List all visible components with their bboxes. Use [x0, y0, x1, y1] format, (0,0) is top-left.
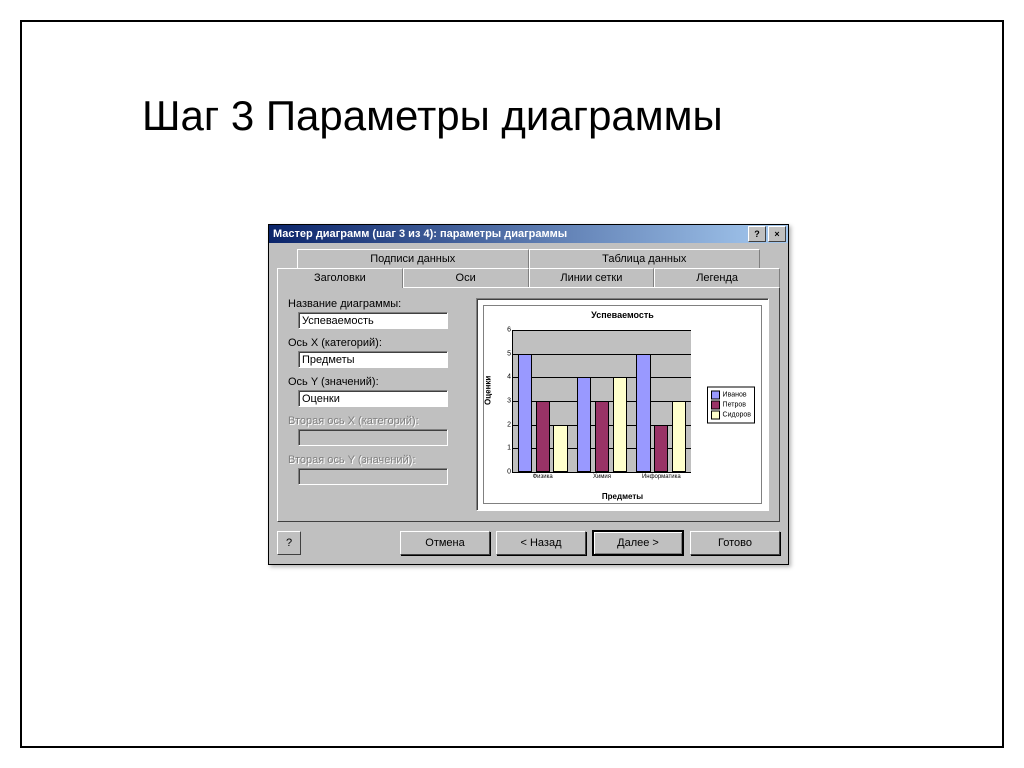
tab-row-front: Заголовки Оси Линии сетки Легенда	[277, 268, 780, 287]
chart-wizard-dialog: Мастер диаграмм (шаг 3 из 4): параметры …	[268, 224, 789, 565]
chart-preview: Успеваемость Оценки 0123456ФизикаХимияИн…	[476, 298, 769, 511]
y-tick: 3	[501, 398, 511, 405]
bar	[595, 401, 609, 472]
bar-group: Информатика	[635, 330, 688, 472]
tab-panel: Название диаграммы: Ось X (категорий): О…	[277, 287, 780, 522]
bar-group: Физика	[516, 330, 569, 472]
back-button[interactable]: < Назад	[496, 531, 586, 555]
y-axis-label: Ось Y (значений):	[288, 376, 468, 388]
y-axis-input[interactable]	[298, 390, 448, 407]
tab-row-back: Подписи данных Таблица данных	[297, 249, 760, 268]
y-tick: 6	[501, 327, 511, 334]
x-axis-label: Ось X (категорий):	[288, 337, 468, 349]
bar	[636, 354, 650, 472]
button-row: ? Отмена < Назад Далее > Готово	[269, 522, 788, 564]
dialog-title: Мастер диаграмм (шаг 3 из 4): параметры …	[273, 228, 567, 240]
titlebar-close-button[interactable]: ×	[768, 226, 786, 242]
tab-axes[interactable]: Оси	[403, 268, 529, 287]
y2-axis-input	[298, 468, 448, 485]
x-tick: Информатика	[635, 472, 688, 480]
x-tick: Химия	[575, 472, 628, 480]
legend-swatch	[711, 390, 720, 399]
cancel-button[interactable]: Отмена	[400, 531, 490, 555]
tab-gridlines[interactable]: Линии сетки	[529, 268, 655, 287]
titlebar: Мастер диаграмм (шаг 3 из 4): параметры …	[269, 225, 788, 243]
legend-item: Иванов	[711, 390, 751, 399]
chart-title: Успеваемость	[484, 306, 761, 322]
legend-label: Петров	[723, 401, 746, 408]
x2-axis-label: Вторая ось X (категорий):	[288, 415, 468, 427]
x-tick: Физика	[516, 472, 569, 480]
y-tick: 0	[501, 469, 511, 476]
slide-frame: Шаг 3 Параметры диаграммы Мастер диаграм…	[20, 20, 1004, 748]
tab-data-table[interactable]: Таблица данных	[529, 249, 761, 268]
slide-title: Шаг 3 Параметры диаграммы	[142, 92, 723, 140]
legend-label: Сидоров	[723, 411, 751, 418]
y-tick: 2	[501, 421, 511, 428]
chart-title-label: Название диаграммы:	[288, 298, 468, 310]
next-button[interactable]: Далее >	[592, 530, 684, 556]
finish-button[interactable]: Готово	[690, 531, 780, 555]
tab-data-labels[interactable]: Подписи данных	[297, 249, 529, 268]
form-column: Название диаграммы: Ось X (категорий): О…	[288, 298, 468, 511]
y-tick: 4	[501, 374, 511, 381]
x-axis-input[interactable]	[298, 351, 448, 368]
tab-titles[interactable]: Заголовки	[277, 268, 403, 288]
bar-group: Химия	[575, 330, 628, 472]
chart-ylabel: Оценки	[484, 375, 493, 404]
chart-title-input[interactable]	[298, 312, 448, 329]
bar	[613, 377, 627, 472]
bar	[518, 354, 532, 472]
chart-xlabel: Предметы	[484, 492, 761, 501]
x2-axis-input	[298, 429, 448, 446]
bar	[553, 425, 567, 472]
legend-swatch	[711, 400, 720, 409]
tab-legend[interactable]: Легенда	[654, 268, 780, 287]
y2-axis-label: Вторая ось Y (значений):	[288, 454, 468, 466]
legend-swatch	[711, 410, 720, 419]
y-tick: 1	[501, 445, 511, 452]
legend-item: Петров	[711, 400, 751, 409]
legend-label: Иванов	[723, 391, 747, 398]
y-tick: 5	[501, 350, 511, 357]
chart-box: Успеваемость Оценки 0123456ФизикаХимияИн…	[483, 305, 762, 504]
help-icon: ?	[286, 537, 292, 549]
bar	[536, 401, 550, 472]
chart-legend: Иванов Петров Сидоров	[707, 386, 755, 423]
legend-item: Сидоров	[711, 410, 751, 419]
bar	[654, 425, 668, 472]
help-button[interactable]: ?	[277, 531, 301, 555]
bar	[672, 401, 686, 472]
chart-plot: 0123456ФизикаХимияИнформатика	[512, 330, 691, 473]
tab-area: Подписи данных Таблица данных Заголовки …	[269, 243, 788, 522]
titlebar-help-button[interactable]: ?	[748, 226, 766, 242]
bar	[577, 377, 591, 472]
